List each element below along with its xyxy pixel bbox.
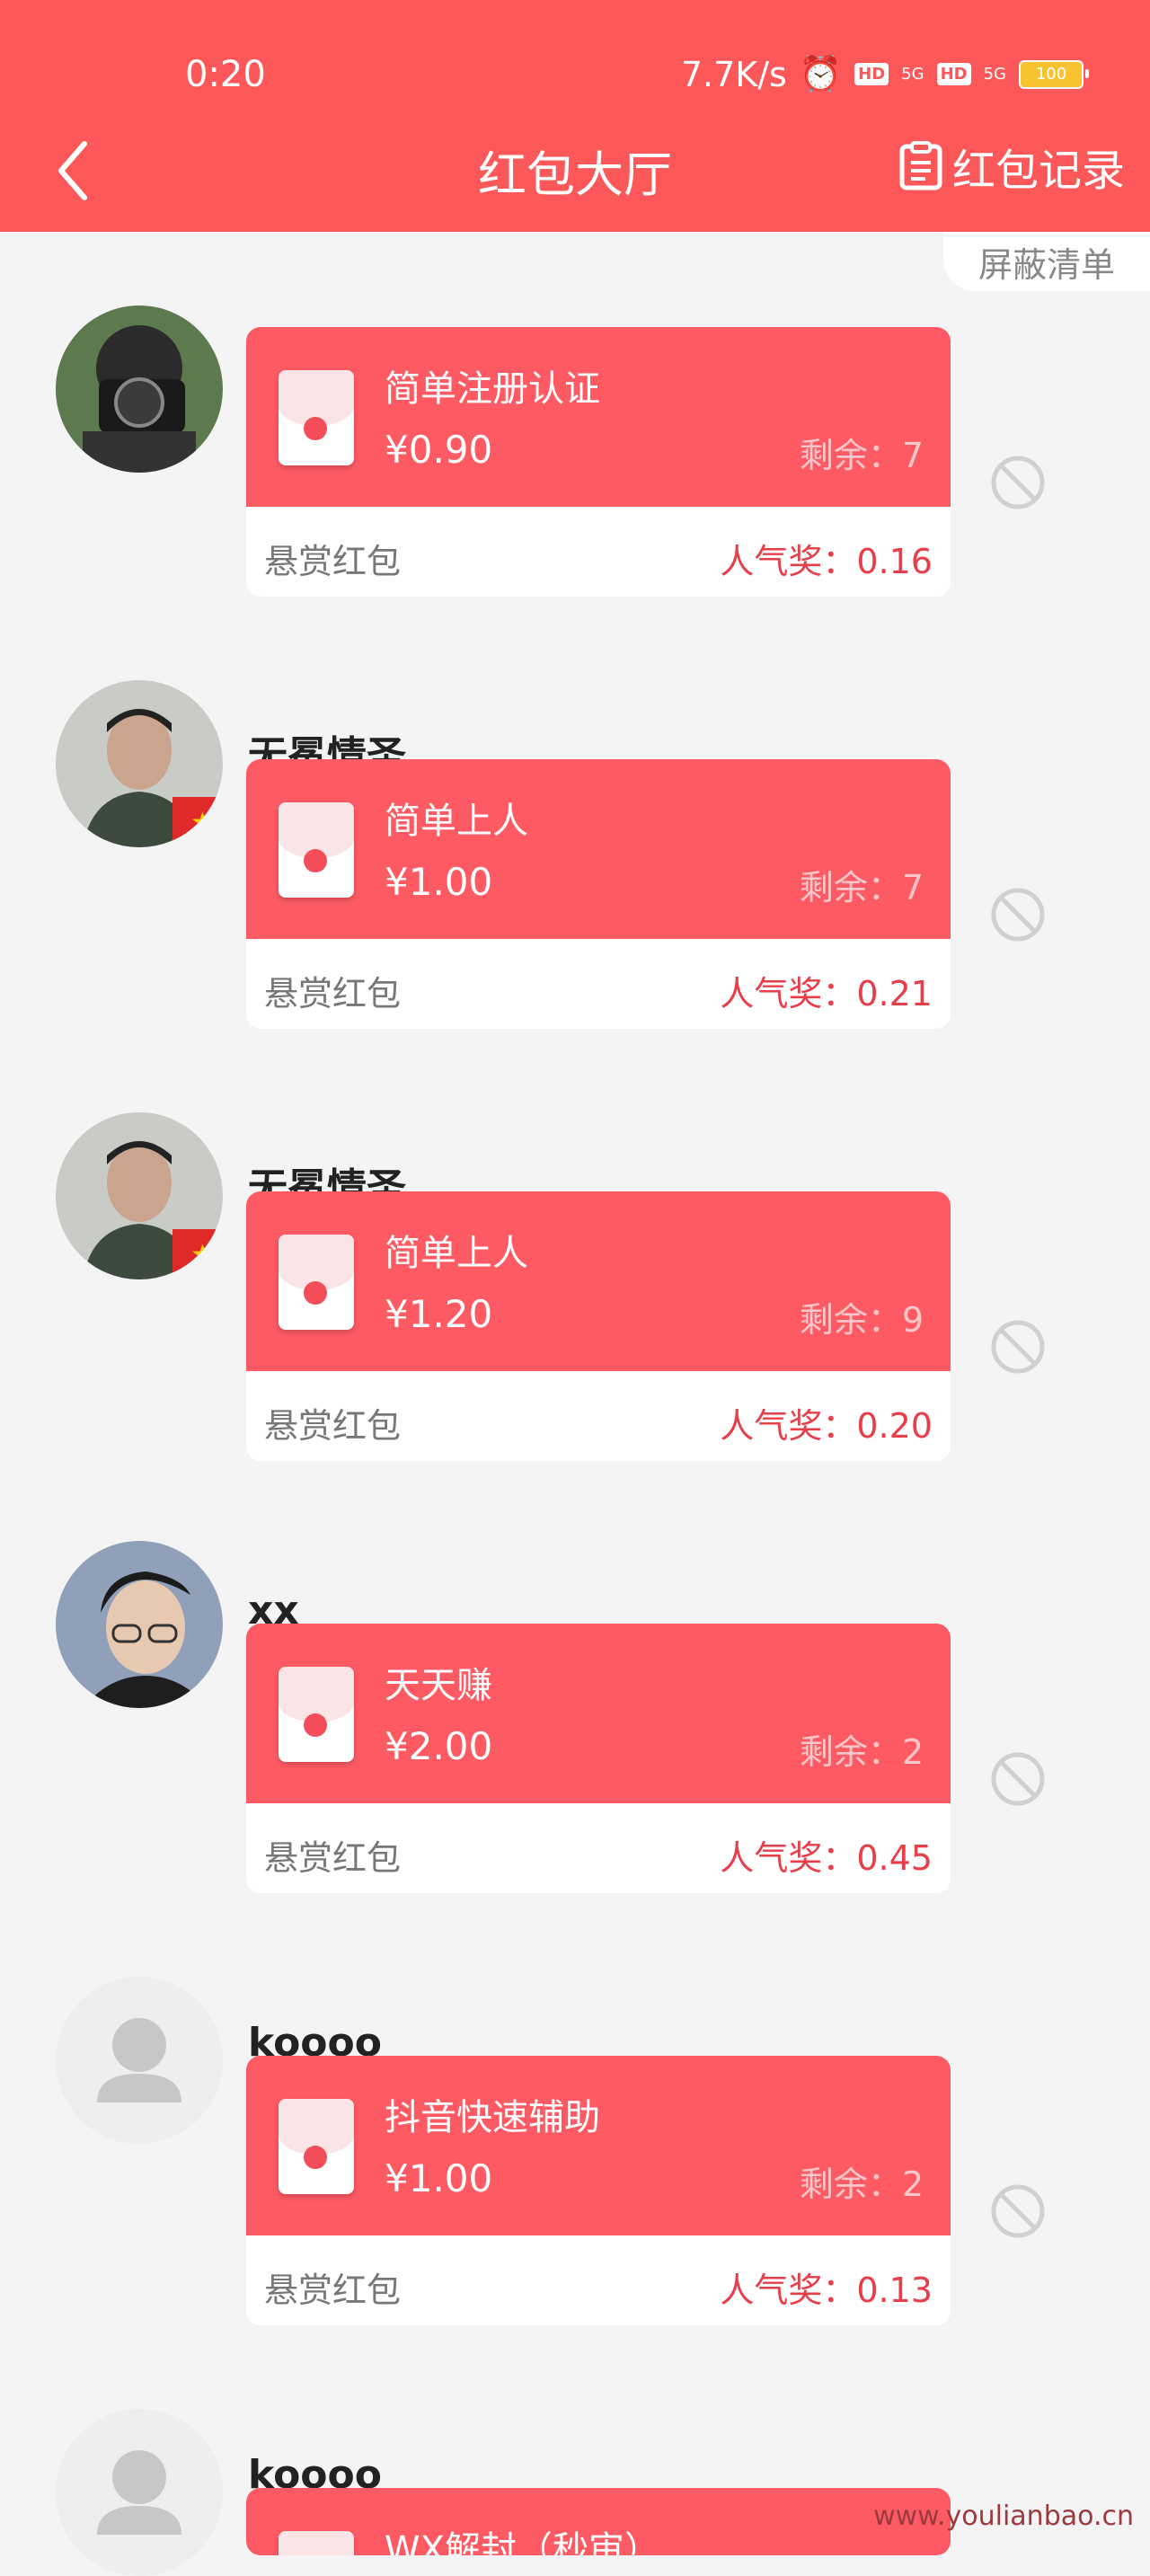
- popularity-award: 人气奖：0.20: [720, 1406, 933, 1446]
- svg-text:★: ★: [190, 807, 215, 838]
- packet-type: 悬赏红包: [264, 974, 402, 1014]
- default-user-icon: [56, 2409, 223, 2576]
- block-icon[interactable]: [988, 885, 1048, 944]
- hd-icon: HD: [854, 63, 889, 85]
- hd-icon-2: HD: [936, 63, 971, 85]
- svg-text:★: ★: [190, 1239, 215, 1270]
- clipboard-icon: [899, 141, 942, 190]
- red-packet-card[interactable]: 简单上人 ¥1.00 剩余：7 悬赏红包 人气奖：0.21: [246, 759, 951, 1029]
- avatar[interactable]: [56, 1541, 223, 1708]
- packet-name: WX解封（秒审）: [385, 2529, 660, 2555]
- packet-amount: ¥2.00: [385, 1724, 493, 1768]
- avatar-photo: [56, 305, 223, 473]
- red-envelope-icon: [279, 2531, 354, 2555]
- signal-icon-2: 5G: [983, 65, 1006, 84]
- list-item: ★ 无冕情圣 简单上人 ¥1.00 剩余：7 悬赏红包 人气奖：0.21: [0, 680, 1150, 1029]
- watermark: www.youlianbao.cn: [873, 2501, 1134, 2532]
- packet-type: 悬赏红包: [264, 1406, 402, 1446]
- status-icons: 7.7K/s ⏰ HD 5G HD 5G 100: [680, 54, 1089, 94]
- block-icon[interactable]: [988, 2182, 1048, 2241]
- packet-type: 悬赏红包: [264, 542, 402, 581]
- packet-amount: ¥1.00: [385, 2156, 493, 2200]
- packet-amount: ¥0.90: [385, 428, 493, 472]
- list-item: koooo 抖音快速辅助 ¥1.00 剩余：2 悬赏红包 人气奖：0.13: [0, 1977, 1150, 2325]
- packet-type: 悬赏红包: [264, 2271, 402, 2310]
- block-list-button[interactable]: 屏蔽清单: [943, 232, 1150, 291]
- avatar[interactable]: [56, 1977, 223, 2144]
- app-header: 0:20 7.7K/s ⏰ HD 5G HD 5G 100 红包大厅 红包记录: [0, 0, 1150, 232]
- avatar[interactable]: [56, 305, 223, 473]
- red-packet-record-button[interactable]: 红包记录: [898, 135, 1125, 198]
- red-envelope-icon: [279, 370, 354, 465]
- packet-remaining: 剩余：2: [799, 1732, 924, 1772]
- avatar-photo: ★: [56, 680, 223, 847]
- avatar-photo: [56, 1541, 223, 1708]
- popularity-award: 人气奖：0.21: [720, 974, 933, 1014]
- list-item: 简单注册认证 ¥0.90 剩余：7 悬赏红包 人气奖：0.16: [0, 305, 1150, 597]
- packet-type: 悬赏红包: [264, 1838, 402, 1878]
- red-envelope-icon: [279, 2099, 354, 2194]
- packet-name: 简单上人: [385, 1233, 528, 1274]
- red-envelope-icon: [279, 1235, 354, 1330]
- packet-remaining: 剩余：7: [799, 868, 924, 907]
- red-packet-card[interactable]: WX解封（秒审）: [246, 2488, 951, 2555]
- popularity-award: 人气奖：0.16: [720, 542, 933, 581]
- red-envelope-icon: [279, 1667, 354, 1762]
- status-time: 0:20: [185, 54, 266, 95]
- packet-name: 简单注册认证: [385, 368, 600, 410]
- red-packet-card[interactable]: 抖音快速辅助 ¥1.00 剩余：2 悬赏红包 人气奖：0.13: [246, 2056, 951, 2325]
- default-user-icon: [56, 1977, 223, 2144]
- packet-name: 抖音快速辅助: [385, 2097, 600, 2138]
- avatar-photo: ★: [56, 1112, 223, 1279]
- list-item: xx 天天赚 ¥2.00 剩余：2 悬赏红包 人气奖：0.45: [0, 1541, 1150, 1893]
- popularity-award: 人气奖：0.45: [720, 1838, 933, 1878]
- list-item: ★ 无冕情圣 简单上人 ¥1.20 剩余：9 悬赏红包 人气奖：0.20: [0, 1112, 1150, 1461]
- packet-amount: ¥1.00: [385, 860, 493, 904]
- red-envelope-icon: [279, 802, 354, 898]
- block-icon[interactable]: [988, 1317, 1048, 1377]
- record-label: 红包记录: [951, 146, 1125, 196]
- packet-name: 简单上人: [385, 801, 528, 842]
- red-packet-card[interactable]: 简单上人 ¥1.20 剩余：9 悬赏红包 人气奖：0.20: [246, 1191, 951, 1461]
- packet-amount: ¥1.20: [385, 1292, 493, 1336]
- block-icon[interactable]: [988, 1749, 1048, 1809]
- battery-icon: 100: [1019, 59, 1089, 89]
- red-packet-card[interactable]: 简单注册认证 ¥0.90 剩余：7 悬赏红包 人气奖：0.16: [246, 327, 951, 597]
- red-packet-card[interactable]: 天天赚 ¥2.00 剩余：2 悬赏红包 人气奖：0.45: [246, 1624, 951, 1893]
- packet-remaining: 剩余：9: [799, 1300, 924, 1340]
- packet-remaining: 剩余：2: [799, 2164, 924, 2204]
- avatar[interactable]: [56, 2409, 223, 2576]
- alarm-icon: ⏰: [799, 54, 843, 93]
- packet-remaining: 剩余：7: [799, 436, 924, 475]
- block-icon[interactable]: [988, 453, 1048, 512]
- net-speed: 7.7K/s: [680, 54, 787, 94]
- avatar[interactable]: ★: [56, 1112, 223, 1279]
- avatar[interactable]: ★: [56, 680, 223, 847]
- popularity-award: 人气奖：0.13: [720, 2271, 933, 2310]
- packet-name: 天天赚: [385, 1665, 492, 1706]
- signal-icon: 5G: [901, 65, 924, 84]
